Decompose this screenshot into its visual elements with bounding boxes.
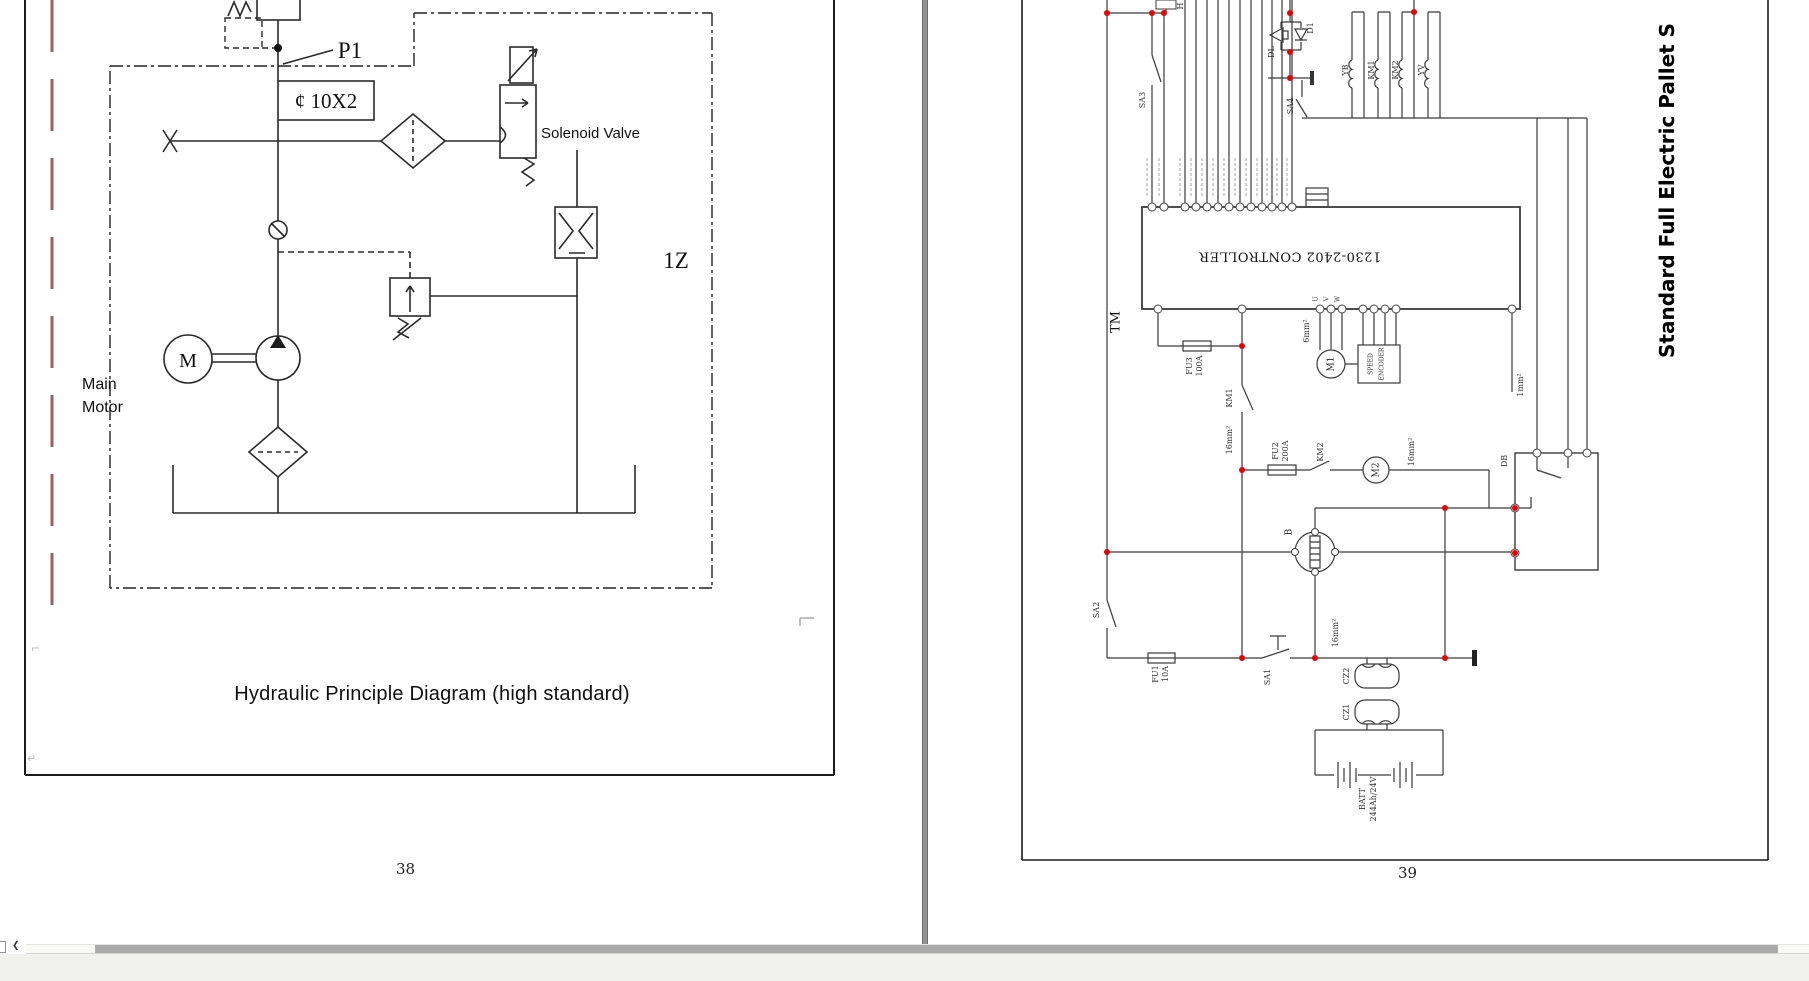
terminal-bar <box>1472 650 1477 666</box>
pdf-viewer-window: P1 ¢ 10X2 1Z Solenoid Valve Main Motor M… <box>0 0 1809 981</box>
page-39-side-title: Standard Full Electric Pallet S <box>1655 22 1679 358</box>
label-yb: YB <box>1341 64 1350 76</box>
nav-pane-icon <box>0 941 6 953</box>
throttle-valve-body <box>554 206 598 259</box>
page-number-39: 39 <box>1398 864 1418 882</box>
terminal-micro-labels <box>1146 158 1288 197</box>
label-wire16: 16mm² <box>1225 426 1234 455</box>
label-cz1: CZ1 <box>1342 704 1351 721</box>
svg-text:10A: 10A <box>1161 666 1170 682</box>
label-km1-coil: KM1 <box>1367 60 1376 79</box>
label-km2: KM2 <box>1316 442 1325 461</box>
label-u: U <box>1313 296 1320 301</box>
nav-pane-toggle[interactable]: ❮ <box>0 940 26 954</box>
figure-caption: Hydraulic Principle Diagram (high standa… <box>234 683 630 705</box>
svg-text:16mm²: 16mm² <box>1407 438 1416 467</box>
label-dl: DL <box>1267 45 1276 57</box>
label-w: W <box>1335 295 1342 302</box>
label-tm: TM <box>1109 311 1124 333</box>
label-wire1: 1mm² <box>1516 373 1525 396</box>
label-sa2: SA2 <box>1092 602 1101 618</box>
label-m2: M2 <box>1372 463 1382 478</box>
motor-m-glyph: M <box>179 350 197 372</box>
label-yv: YV <box>1417 64 1426 76</box>
top-connector-box <box>1305 187 1329 208</box>
label-sa3: SA3 <box>1138 92 1147 108</box>
stray-mark: ↵ <box>27 752 37 765</box>
label-motor: Motor <box>82 399 124 416</box>
stray-mark: ⌐ <box>31 642 41 655</box>
db-box <box>1514 452 1599 571</box>
label-encoder: SPEED <box>1368 353 1375 375</box>
ground-bar <box>1310 71 1314 85</box>
label-d1: D1 <box>1306 22 1315 34</box>
controller-label: 1230-2402 CONTROLLER <box>1198 249 1381 264</box>
svg-text:200A: 200A <box>1281 440 1290 461</box>
junction-dots <box>1104 9 1518 661</box>
label-v: V <box>1324 296 1331 302</box>
solenoid-spring <box>520 157 536 187</box>
page-number-38: 38 <box>396 860 416 878</box>
label-sa1: SA1 <box>1263 669 1272 685</box>
label-m1: M1 <box>1327 357 1337 372</box>
hydraulic-lines <box>162 0 636 514</box>
svg-text:ENCODER: ENCODER <box>1379 347 1386 380</box>
label-km1: KM1 <box>1225 388 1234 407</box>
label-pipe-size: ¢ 10X2 <box>295 89 357 113</box>
horizontal-scrollbar[interactable] <box>0 944 1809 954</box>
spring-symbol <box>227 0 252 19</box>
label-b: B <box>1285 528 1295 535</box>
pdf-toolbar: 41 / 58 ▾ <box>0 953 1809 981</box>
battery-symbol <box>1314 729 1444 788</box>
unit-boundary-frame <box>109 12 713 589</box>
label-sa4: SA4 <box>1286 98 1295 114</box>
label-fu3: FU3 <box>1185 357 1194 374</box>
connector-cz1 <box>1354 699 1400 725</box>
rectifier-b <box>1294 531 1336 573</box>
relief-spring <box>392 317 422 341</box>
label-main: Main <box>82 376 117 393</box>
junction-dot <box>274 44 282 52</box>
label-cz2: CZ2 <box>1342 668 1351 685</box>
label-solenoid-valve: Solenoid Valve <box>541 125 640 142</box>
collapse-chevron-icon: ❮ <box>12 941 20 951</box>
page-39[interactable]: 1230-2402 CONTROLLER TM SA3 H DL D1 YB K… <box>928 0 1809 945</box>
solenoid-valve-body <box>499 84 537 159</box>
horn-symbol <box>1268 26 1289 44</box>
label-1z: 1Z <box>663 248 689 273</box>
label-h: H <box>1176 2 1185 9</box>
label-km2-coil: KM2 <box>1391 60 1400 79</box>
label-db: DB <box>1500 455 1509 467</box>
connector-cz2 <box>1354 663 1400 689</box>
svg-text:16mm²: 16mm² <box>1331 619 1340 648</box>
hydraulic-diagram: P1 ¢ 10X2 1Z Solenoid Valve Main Motor M <box>24 0 835 776</box>
document-canvas[interactable]: P1 ¢ 10X2 1Z Solenoid Valve Main Motor M… <box>0 0 1809 945</box>
label-fu2: FU2 <box>1271 442 1280 459</box>
label-batt: BATT <box>1358 787 1367 810</box>
label-p1: P1 <box>338 38 362 63</box>
label-fu1: FU1 <box>1151 665 1160 682</box>
svg-text:244Ah/24V: 244Ah/24V <box>1369 776 1378 821</box>
component-h-box <box>1155 0 1177 10</box>
page-38[interactable]: P1 ¢ 10X2 1Z Solenoid Valve Main Motor M… <box>0 0 922 945</box>
svg-text:100A: 100A <box>1195 355 1204 376</box>
label-wire6: 6mm² <box>1302 319 1311 342</box>
